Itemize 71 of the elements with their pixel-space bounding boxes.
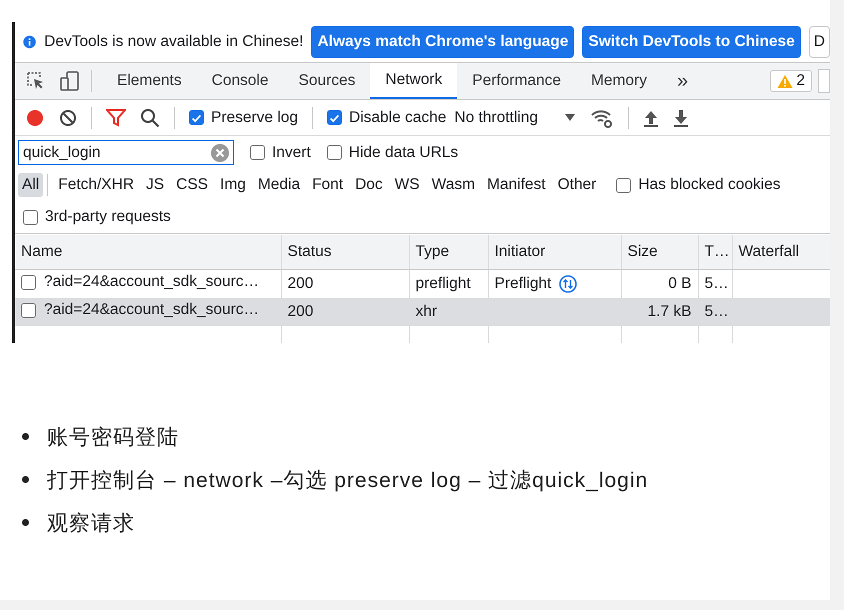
checkbox-label: Hide data URLs bbox=[348, 144, 458, 162]
infobar-button[interactable]: Always match Chrome's language bbox=[311, 26, 574, 58]
clear-input-icon[interactable] bbox=[211, 144, 229, 162]
checkbox[interactable] bbox=[327, 110, 342, 125]
infobar-button[interactable]: Switch DevTools to Chinese bbox=[582, 26, 801, 58]
column-header[interactable]: Initiator bbox=[494, 243, 546, 260]
bullet-icon bbox=[22, 433, 29, 440]
table-cell: 1.7 kB bbox=[648, 303, 692, 321]
download-icon[interactable] bbox=[672, 108, 689, 126]
panel-tab[interactable]: Elements bbox=[102, 63, 197, 99]
checkbox-label: Invert bbox=[272, 144, 311, 162]
table-cell: 200 bbox=[288, 303, 314, 321]
bullet-icon bbox=[22, 519, 29, 526]
more-tabs-button[interactable]: » bbox=[662, 63, 704, 99]
type-filter-button[interactable]: Doc bbox=[351, 173, 387, 197]
issues-badge[interactable]: 2 bbox=[770, 70, 812, 92]
checkbox-label: Disable cache bbox=[349, 108, 446, 126]
device-icon[interactable] bbox=[59, 70, 81, 92]
clear-icon[interactable] bbox=[59, 108, 77, 126]
checkbox[interactable] bbox=[616, 178, 632, 192]
filter-field[interactable]: quick_login bbox=[18, 140, 234, 165]
checkbox-label: Preserve log bbox=[211, 108, 298, 126]
table-cell: 200 bbox=[288, 275, 314, 293]
checkbox[interactable] bbox=[23, 210, 38, 224]
panel-tab[interactable]: Network bbox=[370, 63, 458, 99]
type-filter-button[interactable]: JS bbox=[142, 173, 168, 197]
table-cell: Preflight bbox=[494, 275, 552, 293]
search-icon[interactable] bbox=[140, 108, 160, 128]
panel-tab[interactable]: Performance bbox=[457, 63, 576, 99]
checkbox-label: 3rd-party requests bbox=[45, 208, 171, 226]
column-header[interactable]: Status bbox=[288, 243, 332, 260]
panel-tab[interactable]: Sources bbox=[284, 63, 370, 99]
table-cell: 5… bbox=[704, 303, 729, 321]
infobar-button[interactable]: D bbox=[808, 26, 830, 58]
type-filter-button[interactable]: Media bbox=[254, 173, 304, 197]
table-cell: xhr bbox=[416, 303, 438, 321]
type-filter-button[interactable]: WS bbox=[390, 173, 424, 197]
type-filter-button[interactable]: Wasm bbox=[428, 173, 479, 197]
bullet-icon bbox=[22, 476, 29, 483]
checkbox[interactable] bbox=[326, 145, 342, 160]
table-cell: preflight bbox=[416, 275, 471, 293]
type-filter-button[interactable]: CSS bbox=[172, 173, 212, 197]
panel-tab[interactable]: Memory bbox=[576, 63, 662, 99]
table-cell: 5… bbox=[704, 275, 729, 293]
column-header[interactable]: Size bbox=[628, 243, 658, 260]
type-filter-button[interactable]: Img bbox=[216, 173, 250, 197]
initiator-icon[interactable] bbox=[559, 275, 578, 293]
type-filter-button[interactable]: Font bbox=[308, 173, 348, 197]
checkbox-label: Has blocked cookies bbox=[638, 176, 781, 194]
panel-tab[interactable]: Console bbox=[196, 63, 284, 99]
type-filter-button[interactable]: All bbox=[18, 173, 44, 197]
record-button[interactable] bbox=[25, 108, 45, 128]
warning-icon bbox=[777, 74, 794, 88]
info-message: DevTools is now available in Chinese! bbox=[44, 33, 304, 51]
column-header[interactable]: Name bbox=[21, 243, 62, 260]
throttling-dropdown[interactable]: No throttling bbox=[454, 108, 576, 126]
note-text: 账号密码登陆 bbox=[47, 424, 179, 450]
note-text: 打开控制台 – network –勾选 preserve log – 过滤quick_login bbox=[47, 468, 648, 494]
type-filter-button[interactable]: Other bbox=[554, 173, 600, 197]
checkbox[interactable] bbox=[250, 145, 265, 160]
caret-icon bbox=[564, 113, 576, 122]
request-checkbox[interactable] bbox=[21, 274, 36, 290]
type-filter-button[interactable]: Fetch/XHR bbox=[54, 173, 138, 197]
request-name[interactable]: ?aid=24&account_sdk_sourc… bbox=[44, 273, 259, 292]
upload-icon[interactable] bbox=[642, 108, 659, 126]
table-cell: 0 B bbox=[668, 275, 692, 293]
checkbox[interactable] bbox=[189, 110, 204, 125]
note-text: 观察请求 bbox=[47, 510, 135, 536]
type-filter-button[interactable]: Manifest bbox=[482, 173, 550, 197]
request-checkbox[interactable] bbox=[21, 302, 36, 318]
filter-icon[interactable] bbox=[106, 108, 126, 128]
